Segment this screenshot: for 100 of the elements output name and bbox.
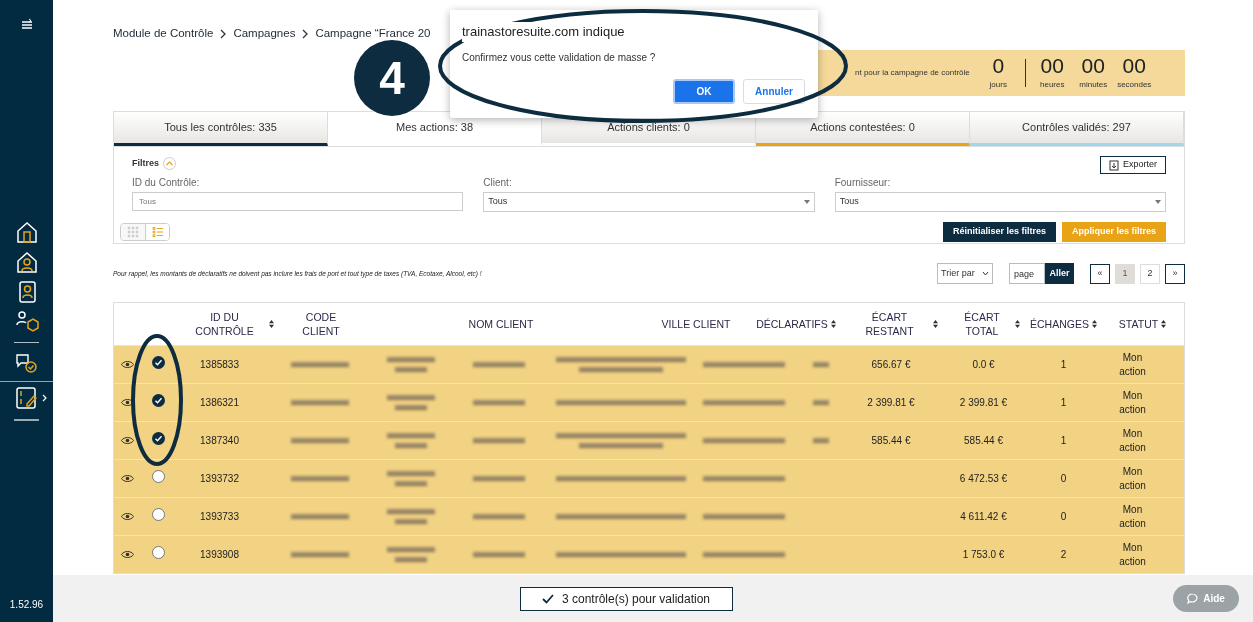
chevron-right-icon (219, 29, 228, 39)
column-header: DÉCLARATIFS (756, 317, 828, 331)
status-label: Mon action (1118, 426, 1147, 455)
checkbox[interactable] (152, 546, 165, 559)
eye-icon[interactable] (121, 550, 134, 559)
tab[interactable]: Tous les contrôles: 335 (114, 112, 328, 146)
page-field[interactable]: page (1009, 263, 1045, 284)
chevron-right-icon[interactable] (41, 394, 48, 402)
column-header: VILLE CLIENT (661, 317, 731, 331)
countdown-unit: secondes (1117, 79, 1152, 91)
list-icon (151, 226, 164, 238)
blurred-text (290, 400, 349, 405)
status-label: Mon action (1118, 502, 1147, 531)
countdown-unit: jours (989, 79, 1007, 91)
status-label: Mon action (1118, 388, 1147, 417)
blurred-text (387, 433, 435, 448)
table-cell-text: 1 (1060, 396, 1067, 410)
table-cell-text: 4 611.42 € (960, 510, 1007, 524)
eye-icon[interactable] (121, 398, 134, 407)
table-cell-text: 0 (1060, 472, 1067, 486)
user-package-icon[interactable] (14, 310, 39, 334)
eye-icon[interactable] (121, 436, 134, 445)
blurred-text (472, 514, 525, 519)
caret-icon (1155, 200, 1161, 204)
table-cell-text: 2 399.81 € (959, 396, 1008, 410)
sort-dropdown[interactable]: Trier par (937, 263, 993, 284)
blurred-text (290, 476, 349, 481)
table-cell-text: 585.44 € (871, 434, 911, 448)
column-header: NOM CLIENT (468, 317, 534, 331)
dialog-message: Confirmez vous cette validation de masse ? (462, 50, 657, 65)
sort-icon[interactable] (830, 320, 836, 328)
countdown-value: 00 (1081, 55, 1105, 77)
field-label: ID du Contrôle: (132, 176, 201, 190)
sort-icon[interactable] (932, 320, 938, 328)
countdown-unit: minutes (1079, 79, 1108, 91)
field-label: Fournisseur: (834, 176, 892, 190)
grid-icon (127, 226, 139, 238)
blurred-text (472, 400, 525, 405)
text-field[interactable]: Tous (132, 192, 464, 211)
checkbox[interactable] (152, 508, 165, 521)
tab[interactable]: Contrôles validés: 297 (970, 112, 1184, 146)
blurred-text (290, 514, 349, 519)
cancel-button[interactable]: Annuler (743, 78, 805, 104)
home-user-icon[interactable] (14, 250, 39, 274)
invoice-edit-icon[interactable] (15, 386, 39, 410)
checkbox[interactable] (152, 394, 165, 407)
checkbox[interactable] (152, 432, 165, 445)
blurred-text (387, 395, 435, 410)
table-cell-text: 1393732 (200, 472, 239, 486)
breadcrumb-link[interactable]: Module de Contrôle (113, 25, 214, 43)
blurred-text (472, 552, 525, 557)
menu-icon[interactable] (20, 18, 33, 30)
tab[interactable]: Actions contestées: 0 (756, 112, 970, 146)
checkbox[interactable] (152, 356, 165, 369)
dropdown[interactable]: Tous (483, 192, 815, 212)
previous-page-button[interactable]: « (1090, 263, 1110, 284)
step-badge: 4 (354, 40, 430, 116)
column-header: ID DU CONTRÔLE (194, 310, 255, 338)
eye-icon[interactable] (121, 360, 134, 369)
home-icon[interactable] (14, 220, 39, 244)
sort-icon[interactable] (1015, 320, 1020, 328)
eye-icon[interactable] (121, 474, 134, 483)
table-cell-text: 585.44 € (964, 434, 1003, 448)
chevron-right-icon (301, 29, 310, 39)
sort-icon[interactable] (1091, 320, 1097, 328)
blurred-text (472, 476, 525, 481)
checkbox[interactable] (152, 470, 165, 483)
chat-check-icon[interactable] (14, 351, 39, 375)
table-cell-text: 1 (1060, 358, 1067, 372)
export-button[interactable]: Exporter (1100, 156, 1166, 174)
breadcrumb-link[interactable]: Campagnes (233, 25, 296, 43)
version-label: 1.52.96 (9, 598, 44, 612)
eye-icon[interactable] (121, 512, 134, 521)
download-icon (1109, 159, 1119, 171)
chevron-down-icon (982, 271, 989, 276)
blurred-text (290, 552, 349, 557)
sort-icon[interactable] (1161, 320, 1167, 328)
page-button[interactable]: 2 (1140, 263, 1160, 284)
sort-icon[interactable] (269, 320, 274, 328)
table-cell-text: 1393908 (200, 548, 239, 562)
go-button[interactable]: Aller (1045, 263, 1074, 284)
table-cell-text: 0.0 € (972, 358, 995, 372)
table-cell-text: 1 753.0 € (962, 548, 1005, 562)
breadcrumb-link[interactable]: Campagne “France 20 (315, 25, 431, 43)
blurred-text (472, 438, 525, 443)
ok-button[interactable]: OK (673, 78, 735, 104)
blurred-text (387, 509, 435, 524)
blurred-text (290, 362, 349, 367)
validate-button[interactable]: 3 contrôle(s) pour validation (519, 586, 733, 611)
status-label: Mon action (1118, 464, 1147, 493)
caret-icon (803, 200, 810, 204)
countdown-caption: nt pour la campagne de contrôle (855, 67, 970, 79)
status-label: Mon action (1118, 540, 1147, 569)
reset-filters-button[interactable]: Réinitialiser les filtres (942, 222, 1056, 242)
next-page-button[interactable]: » (1165, 263, 1185, 284)
table-cell-text: 656.67 € (871, 358, 911, 372)
page-button[interactable]: 1 (1115, 263, 1135, 284)
column-header: ÉCART TOTAL (963, 310, 1001, 338)
dropdown[interactable]: Tous (834, 192, 1166, 212)
countdown-value: 00 (1040, 55, 1064, 77)
